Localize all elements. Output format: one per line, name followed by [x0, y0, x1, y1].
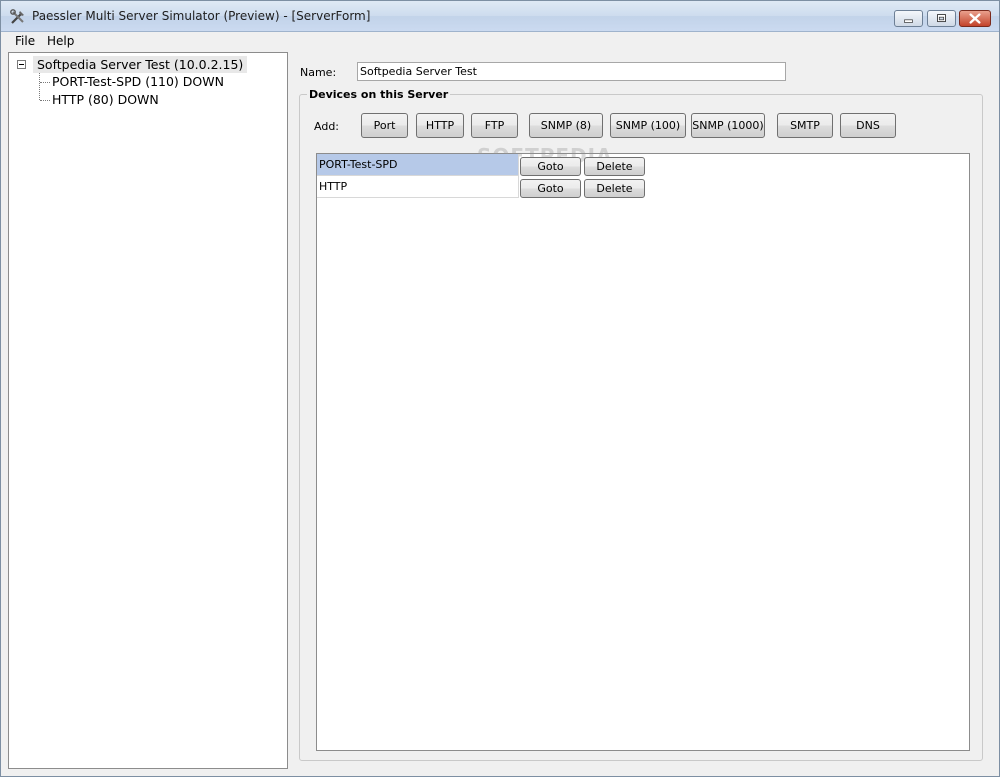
menu-bar: File Help	[1, 32, 999, 51]
devices-group-title: Devices on this Server	[307, 88, 451, 101]
add-snmp100-button[interactable]: SNMP (100)	[610, 113, 686, 138]
add-ftp-button[interactable]: FTP	[471, 113, 518, 138]
devices-group: Devices on this Server Add: Port HTTP FT…	[299, 88, 983, 761]
device-row[interactable]: HTTP	[317, 176, 519, 198]
restore-icon	[937, 14, 946, 23]
tree-connector	[40, 82, 50, 83]
restore-button[interactable]	[927, 10, 956, 27]
add-dns-button[interactable]: DNS	[840, 113, 896, 138]
tree-collapse-toggle[interactable]	[17, 60, 26, 69]
add-smtp-button[interactable]: SMTP	[777, 113, 833, 138]
tree-item-device[interactable]: PORT-Test-SPD (110) DOWN	[52, 73, 224, 90]
goto-button[interactable]: Goto	[520, 179, 581, 198]
server-tree[interactable]: Softpedia Server Test (10.0.2.15) PORT-T…	[8, 52, 288, 769]
server-form: Name: Devices on this Server Add: Port H…	[291, 52, 997, 769]
device-row[interactable]: PORT-Test-SPD	[317, 154, 519, 176]
close-button[interactable]	[959, 10, 991, 27]
name-input[interactable]	[357, 62, 786, 81]
main-window: Paessler Multi Server Simulator (Preview…	[0, 0, 1000, 777]
window-title: Paessler Multi Server Simulator (Preview…	[32, 9, 371, 23]
tree-item-device[interactable]: HTTP (80) DOWN	[52, 91, 159, 108]
tools-icon	[10, 9, 24, 24]
close-icon	[969, 13, 981, 24]
tree-connector	[40, 100, 50, 101]
menu-file[interactable]: File	[15, 34, 35, 48]
name-label: Name:	[300, 66, 337, 79]
delete-button[interactable]: Delete	[584, 157, 645, 176]
add-port-button[interactable]: Port	[361, 113, 408, 138]
goto-button[interactable]: Goto	[520, 157, 581, 176]
add-snmp1000-button[interactable]: SNMP (1000)	[691, 113, 765, 138]
add-http-button[interactable]: HTTP	[416, 113, 464, 138]
tree-item-server[interactable]: Softpedia Server Test (10.0.2.15)	[33, 56, 248, 73]
title-bar[interactable]: Paessler Multi Server Simulator (Preview…	[1, 1, 999, 32]
minimize-button[interactable]	[894, 10, 923, 27]
menu-help[interactable]: Help	[47, 34, 74, 48]
devices-list[interactable]: SOFTPEDIA PORT-Test-SPD Goto Delete HTTP…	[316, 144, 970, 751]
add-snmp8-button[interactable]: SNMP (8)	[529, 113, 603, 138]
add-label: Add:	[314, 120, 340, 133]
minimize-icon	[904, 19, 913, 23]
tree-connector	[39, 73, 40, 100]
delete-button[interactable]: Delete	[584, 179, 645, 198]
